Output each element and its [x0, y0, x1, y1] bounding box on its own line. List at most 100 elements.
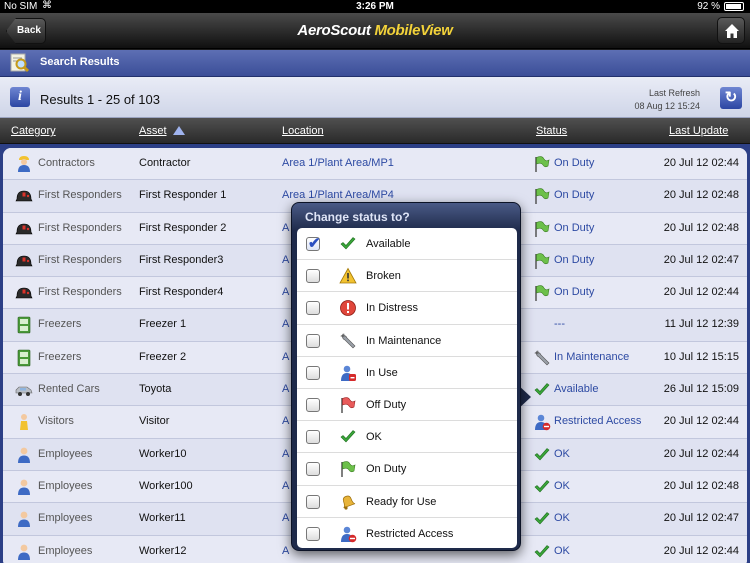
status-option-label: In Maintenance: [366, 334, 442, 347]
contractor-icon: [15, 155, 33, 173]
row-location[interactable]: A: [282, 545, 289, 557]
row-location[interactable]: A: [282, 286, 289, 298]
last-refresh: Last Refresh 08 Aug 12 15:24: [634, 87, 700, 113]
option-checkbox[interactable]: [306, 301, 320, 316]
row-category: Freezers: [38, 318, 82, 331]
on-duty-flag-icon: [533, 187, 551, 205]
row-category: First Responders: [38, 221, 122, 234]
app-title-brand: AeroScout: [297, 22, 375, 39]
row-category: Employees: [38, 479, 93, 492]
row-status[interactable]: On Duty: [554, 286, 594, 298]
status-option[interactable]: In Maintenance: [297, 325, 517, 357]
column-category[interactable]: Category: [11, 125, 56, 137]
row-asset: Contractor: [139, 157, 191, 169]
battery-percent: 92 %: [697, 1, 720, 12]
status-option-label: Restricted Access: [366, 527, 454, 540]
column-asset-label: Asset: [139, 125, 167, 137]
row-status[interactable]: OK: [554, 512, 570, 524]
row-location[interactable]: A: [282, 480, 289, 492]
row-status[interactable]: On Duty: [554, 157, 594, 169]
option-checkbox[interactable]: [306, 397, 320, 412]
row-location[interactable]: A: [282, 254, 289, 266]
info-icon[interactable]: i: [10, 87, 30, 107]
row-status[interactable]: On Duty: [554, 189, 594, 201]
status-option-label: On Duty: [366, 463, 407, 476]
helmet-icon: [15, 220, 33, 238]
visitor-icon: [15, 413, 33, 431]
row-location[interactable]: Area 1/Plant Area/MP4: [282, 189, 394, 201]
row-last-update: 20 Jul 12 02:48: [663, 221, 739, 234]
table-row[interactable]: Contractors Contractor Area 1/Plant Area/M…: [3, 148, 747, 181]
freezer-icon: [15, 316, 33, 334]
battery-icon: [724, 2, 744, 11]
row-last-update: 10 Jul 12 15:15: [663, 350, 739, 363]
row-status[interactable]: OK: [554, 448, 570, 460]
status-option-label: Broken: [366, 270, 401, 283]
home-button[interactable]: [717, 17, 745, 44]
section-title: Search Results: [40, 56, 120, 68]
option-checkbox[interactable]: [306, 430, 320, 445]
row-status[interactable]: Available: [554, 383, 598, 395]
option-checkbox[interactable]: [306, 494, 320, 509]
status-option[interactable]: Broken: [297, 260, 517, 293]
navigation-bar: Back AeroScout MobileView: [0, 13, 750, 49]
status-option-label: Ready for Use: [366, 495, 437, 508]
row-location[interactable]: A: [282, 351, 289, 363]
on-duty-flag-icon: [339, 460, 357, 478]
status-option[interactable]: In Distress: [297, 292, 517, 325]
row-location[interactable]: A: [282, 415, 289, 427]
status-option[interactable]: Ready for Use: [297, 486, 517, 518]
status-option[interactable]: Restricted Access: [297, 518, 517, 548]
option-checkbox[interactable]: [306, 526, 320, 541]
row-status[interactable]: OK: [554, 480, 570, 492]
row-category: Employees: [38, 544, 93, 557]
check-icon: [533, 381, 551, 399]
row-status[interactable]: On Duty: [554, 254, 594, 266]
option-checkbox[interactable]: [306, 365, 320, 380]
row-asset: First Responder4: [139, 286, 224, 299]
check-icon: [339, 235, 357, 253]
option-checkbox[interactable]: [306, 269, 320, 284]
row-asset: Worker100: [139, 479, 193, 492]
status-option[interactable]: Off Duty: [297, 389, 517, 422]
status-option[interactable]: On Duty: [297, 453, 517, 486]
column-last-update[interactable]: Last Update: [669, 125, 728, 137]
option-checkbox[interactable]: [306, 462, 320, 477]
row-status[interactable]: On Duty: [554, 222, 594, 234]
wrench-icon: [339, 332, 357, 350]
home-icon: [725, 24, 739, 38]
bell-icon: [339, 493, 357, 511]
refresh-button[interactable]: ↻: [720, 87, 742, 109]
results-count: Results 1 - 25 of 103: [40, 92, 160, 107]
row-location[interactable]: A: [282, 512, 289, 524]
freezer-icon: [15, 349, 33, 367]
row-status[interactable]: Restricted Access: [554, 415, 641, 427]
row-location[interactable]: A: [282, 222, 289, 234]
option-checkbox[interactable]: ✔: [306, 235, 321, 252]
option-checkbox[interactable]: [306, 333, 320, 348]
column-location[interactable]: Location: [282, 125, 324, 137]
row-location[interactable]: A: [282, 383, 289, 395]
off-duty-flag-icon: [339, 396, 357, 414]
clock: 3:26 PM: [356, 1, 394, 12]
row-location[interactable]: Area 1/Plant Area/MP1: [282, 157, 394, 169]
sort-ascending-icon: [172, 126, 185, 135]
row-status[interactable]: ---: [554, 318, 565, 330]
row-status[interactable]: In Maintenance: [554, 351, 629, 363]
row-last-update: 20 Jul 12 02:47: [663, 512, 739, 525]
column-status[interactable]: Status: [536, 125, 567, 137]
row-location[interactable]: A: [282, 318, 289, 330]
status-option[interactable]: OK: [297, 421, 517, 454]
check-icon: [339, 428, 357, 446]
search-results-icon: [10, 53, 30, 73]
status-option[interactable]: ✔ Available: [297, 228, 517, 261]
status-option-label: OK: [366, 431, 382, 444]
on-duty-flag-icon: [533, 220, 551, 238]
row-status[interactable]: OK: [554, 545, 570, 557]
column-asset[interactable]: Asset: [139, 125, 185, 137]
status-option[interactable]: In Use: [297, 357, 517, 389]
row-asset: First Responder 2: [139, 221, 227, 234]
row-last-update: 20 Jul 12 02:44: [663, 157, 739, 169]
row-location[interactable]: A: [282, 448, 289, 460]
row-category: Rented Cars: [38, 383, 100, 396]
